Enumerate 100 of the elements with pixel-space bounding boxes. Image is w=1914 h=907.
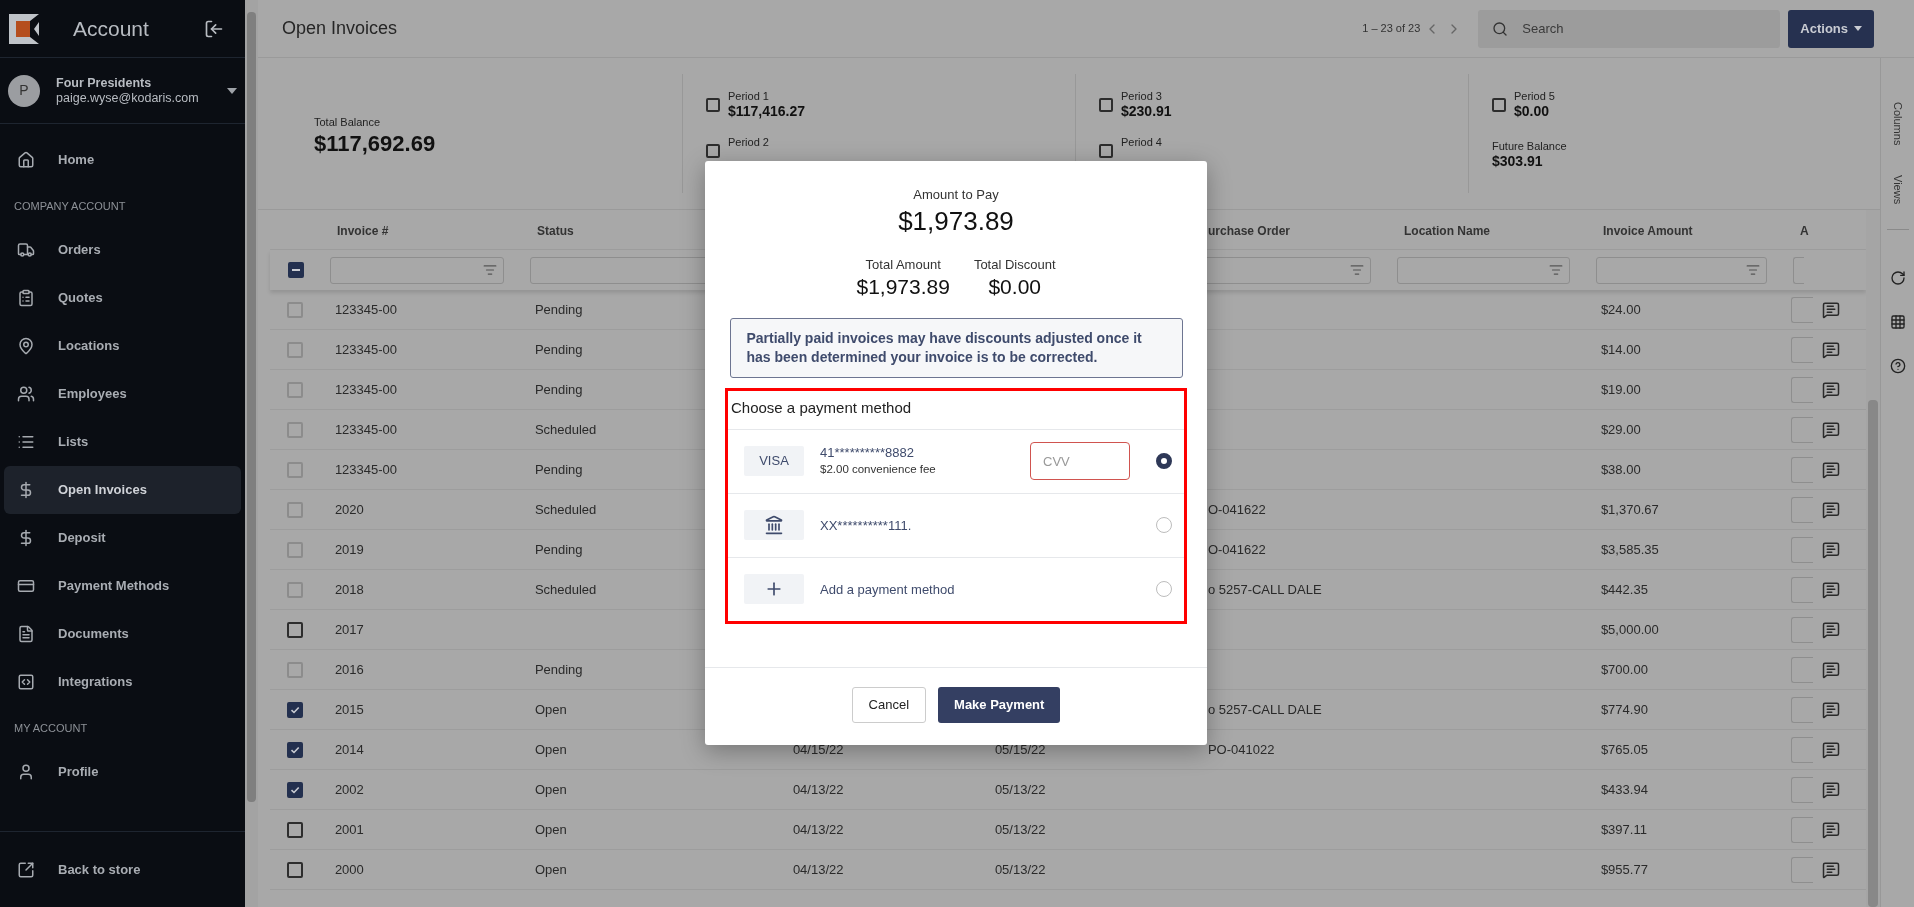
column-header[interactable]: Location Name xyxy=(1404,223,1490,238)
column-header[interactable]: Status xyxy=(537,223,574,238)
amount-field[interactable] xyxy=(1790,336,1813,363)
future-balance-value: $303.91 xyxy=(1492,153,1544,170)
comment-icon[interactable] xyxy=(1821,580,1840,599)
exit-icon[interactable] xyxy=(204,18,224,39)
comment-icon[interactable] xyxy=(1821,340,1840,359)
amount-field[interactable] xyxy=(1790,616,1813,643)
comment-icon[interactable] xyxy=(1821,620,1840,639)
sidebar-item[interactable]: Documents xyxy=(4,610,241,658)
add-method-link[interactable]: Add a payment method xyxy=(820,580,955,598)
comment-icon[interactable] xyxy=(1821,540,1840,559)
comment-icon[interactable] xyxy=(1821,500,1840,519)
column-header[interactable]: Invoice Amount xyxy=(1603,223,1693,238)
sidebar-item[interactable]: Profile xyxy=(4,748,241,796)
amount-field[interactable] xyxy=(1790,736,1813,763)
period-value: $0.00 xyxy=(1514,103,1551,120)
amount-field[interactable] xyxy=(1790,536,1813,563)
comment-icon[interactable] xyxy=(1821,820,1840,839)
amount-field[interactable] xyxy=(1790,296,1813,323)
side-tab[interactable]: Views xyxy=(1889,175,1906,205)
help-icon[interactable] xyxy=(1889,357,1906,374)
amount-field[interactable] xyxy=(1790,416,1813,443)
sidebar-item[interactable]: Payment Methods xyxy=(4,562,241,610)
period-value: $230.91 xyxy=(1121,103,1172,120)
checkbox[interactable] xyxy=(1492,98,1506,112)
comment-icon[interactable] xyxy=(1821,460,1840,479)
table-cell-text: 2015 xyxy=(334,700,364,719)
sidebar-item[interactable]: Employees xyxy=(4,370,241,418)
comment-icon[interactable] xyxy=(1821,660,1840,679)
cvv-field[interactable]: CVV xyxy=(1030,442,1130,480)
radio-button[interactable] xyxy=(1156,453,1172,469)
amount-field[interactable] xyxy=(1790,496,1813,523)
truck-icon xyxy=(17,241,35,259)
table-cell-text: 123345-00 xyxy=(334,420,398,439)
comment-icon[interactable] xyxy=(1821,300,1840,319)
comment-icon[interactable] xyxy=(1821,740,1840,759)
checkbox[interactable] xyxy=(286,861,303,878)
filter-field[interactable] xyxy=(1793,256,1804,284)
filter-field[interactable] xyxy=(1397,256,1570,284)
amount-field[interactable] xyxy=(1790,576,1813,603)
grid-icon[interactable] xyxy=(1889,313,1906,330)
column-header[interactable]: A xyxy=(1800,223,1809,238)
amount-field[interactable] xyxy=(1790,656,1813,683)
column-header[interactable]: Invoice # xyxy=(337,223,389,238)
filter-field[interactable] xyxy=(1596,256,1767,284)
amount-field[interactable] xyxy=(1790,856,1813,883)
checkbox[interactable] xyxy=(286,781,303,798)
make-payment-button[interactable]: Make Payment xyxy=(938,686,1061,723)
checkbox[interactable] xyxy=(286,741,303,758)
checkbox[interactable] xyxy=(706,144,720,158)
column-header[interactable]: urchase Order xyxy=(1208,223,1291,238)
bank-icon xyxy=(764,515,784,535)
amount-field[interactable] xyxy=(1790,376,1813,403)
sidebar-item[interactable]: Home xyxy=(4,136,241,184)
sidebar-item[interactable]: Locations xyxy=(4,322,241,370)
period-label: Period 3 xyxy=(1121,90,1163,103)
sidebar-item[interactable]: Integrations xyxy=(4,658,241,706)
sidebar-item[interactable]: Orders xyxy=(4,226,241,274)
future-balance-label: Future Balance xyxy=(1492,140,1568,153)
account-number: XX**********111. xyxy=(820,516,912,534)
actions-button[interactable]: Actions xyxy=(1788,9,1874,48)
table-cell-text: 2000 xyxy=(334,860,364,879)
table-cell-text: $700.00 xyxy=(1600,660,1648,679)
comment-icon[interactable] xyxy=(1821,380,1840,399)
table-cell-text: $765.05 xyxy=(1600,740,1648,759)
table-cell-text: Pending xyxy=(534,340,583,359)
table-cell-text: o 5257-CALL DALE xyxy=(1207,700,1322,719)
period-label: Period 1 xyxy=(728,90,770,103)
checkbox[interactable] xyxy=(286,821,303,838)
checkbox[interactable] xyxy=(286,701,303,718)
back-to-store-link[interactable]: Back to store xyxy=(17,859,141,880)
amount-field[interactable] xyxy=(1790,776,1813,803)
refresh-icon[interactable] xyxy=(1889,269,1906,286)
period-label: Period 5 xyxy=(1514,90,1555,103)
search-field[interactable]: Search xyxy=(1478,9,1781,48)
amount-field[interactable] xyxy=(1790,816,1813,843)
cancel-button[interactable]: Cancel xyxy=(851,686,927,723)
sidebar-item[interactable]: Open Invoices xyxy=(4,466,241,514)
sidebar-item[interactable]: Quotes xyxy=(4,274,241,322)
comment-icon[interactable] xyxy=(1821,860,1840,879)
scrollbar[interactable] xyxy=(245,0,258,907)
comment-icon[interactable] xyxy=(1821,700,1840,719)
checkbox[interactable] xyxy=(706,98,720,112)
amount-field[interactable] xyxy=(1790,696,1813,723)
checkbox[interactable] xyxy=(286,621,303,638)
comment-icon[interactable] xyxy=(1821,420,1840,439)
section-heading: MY ACCOUNT xyxy=(13,720,89,736)
sidebar-item[interactable]: Lists xyxy=(4,418,241,466)
caret-icon[interactable] xyxy=(227,87,237,94)
checkbox[interactable] xyxy=(288,262,304,278)
filter-field[interactable] xyxy=(330,256,504,284)
page-title: Open Invoices xyxy=(282,17,398,40)
side-tab[interactable]: Columns xyxy=(1889,102,1906,146)
sidebar-item[interactable]: Deposit xyxy=(4,514,241,562)
amount-field[interactable] xyxy=(1790,456,1813,483)
table-cell-text: $774.90 xyxy=(1600,700,1648,719)
checkbox[interactable] xyxy=(1099,98,1113,112)
comment-icon[interactable] xyxy=(1821,780,1840,799)
checkbox[interactable] xyxy=(1099,144,1113,158)
